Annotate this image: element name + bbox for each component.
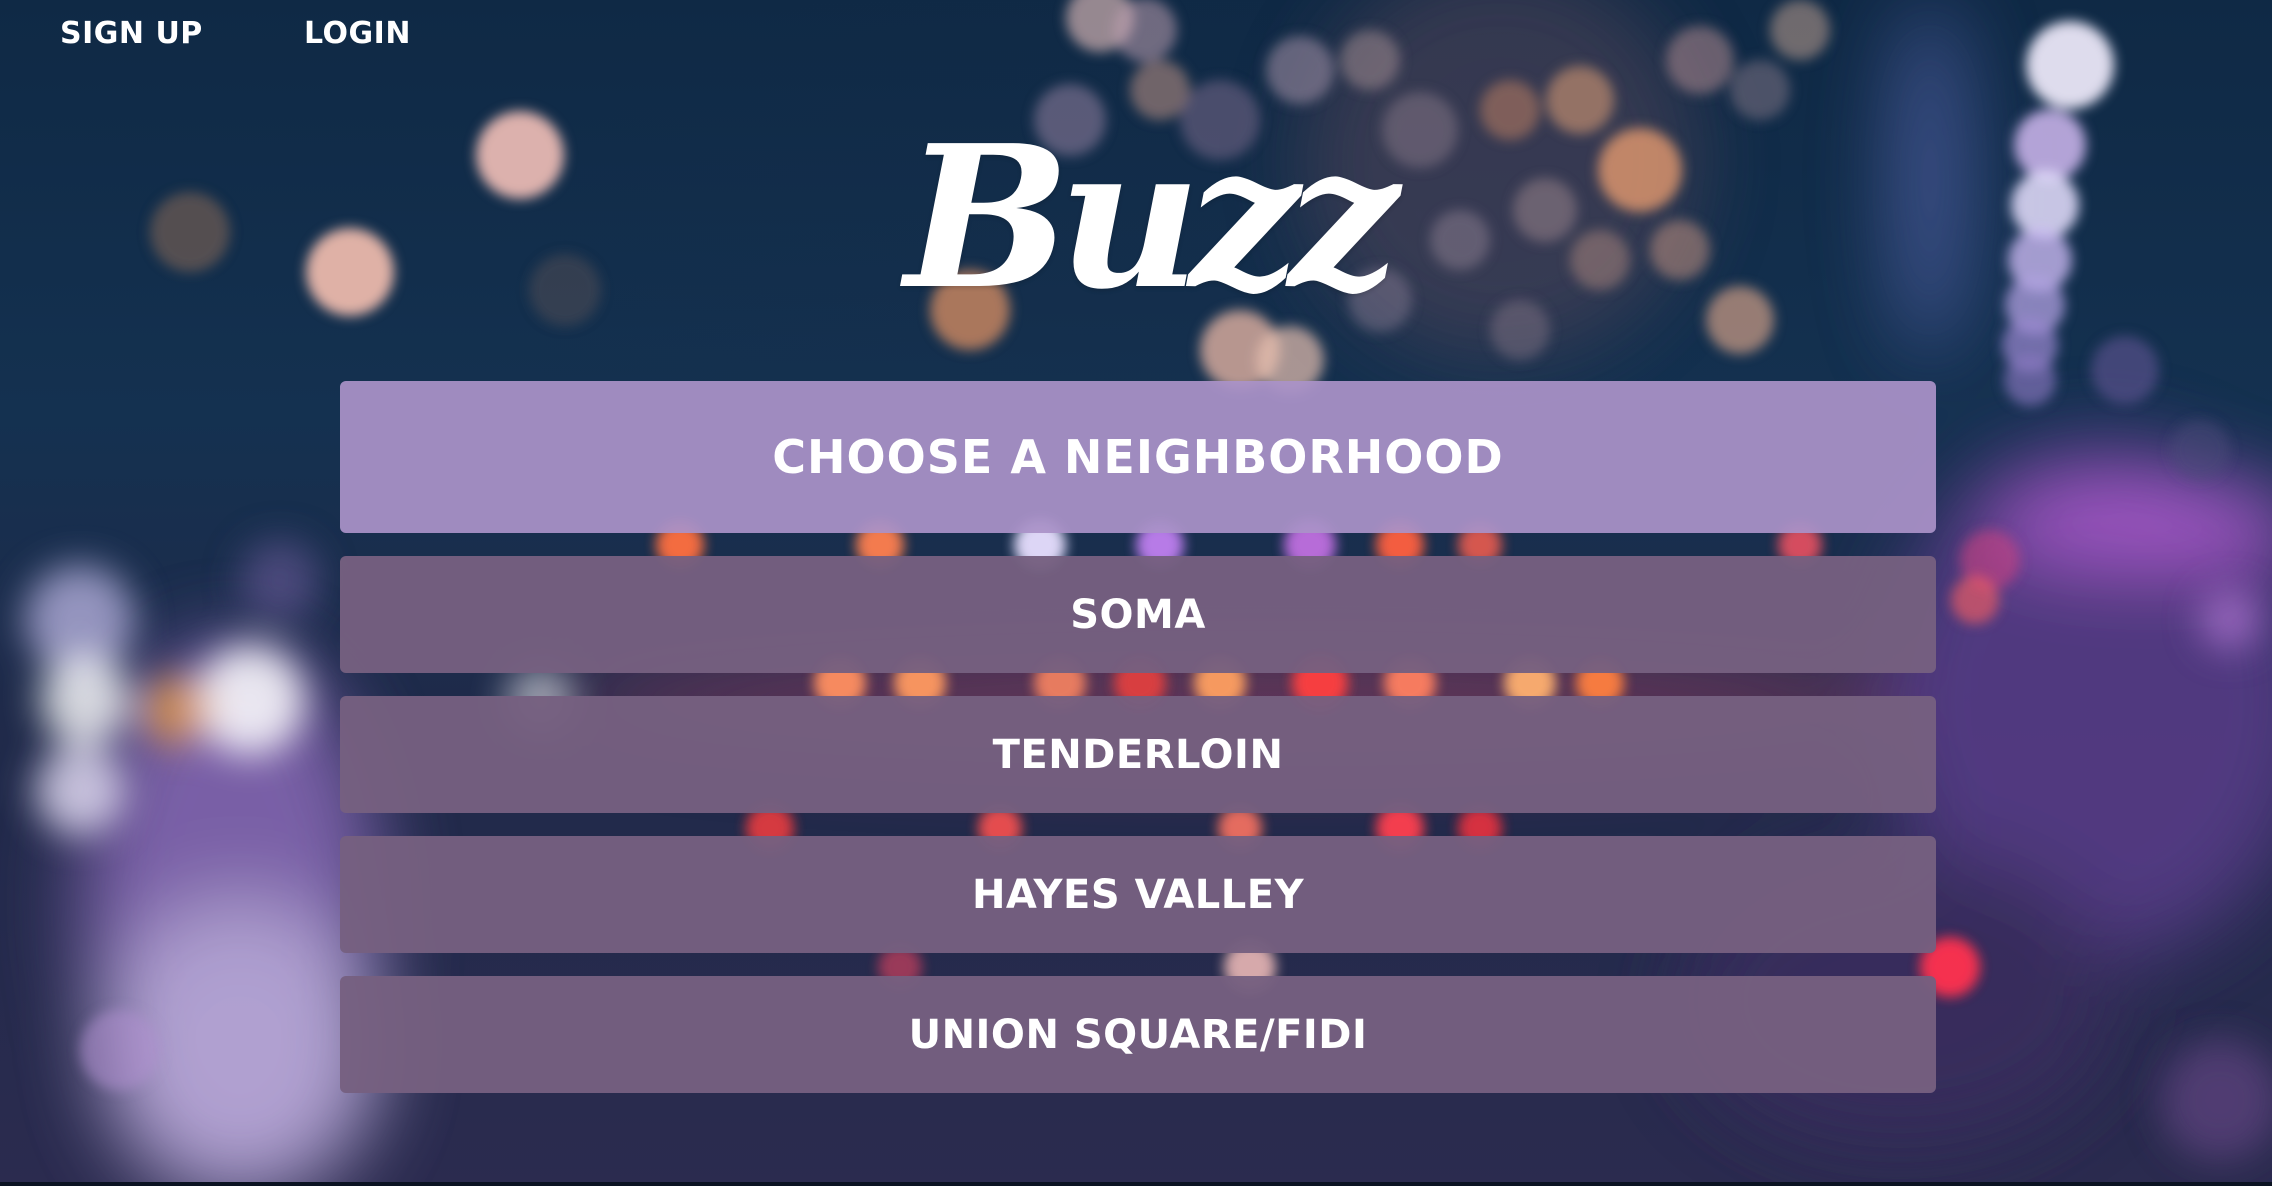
login-link[interactable]: LOGIN: [304, 14, 411, 54]
bottom-edge: [0, 1182, 2272, 1186]
signup-link[interactable]: SIGN UP: [60, 14, 203, 54]
neighborhood-selector: CHOOSE A NEIGHBORHOOD SOMA TENDERLOIN HA…: [340, 381, 1936, 1093]
neighborhood-option-tenderloin[interactable]: TENDERLOIN: [340, 696, 1936, 813]
choose-neighborhood-header: CHOOSE A NEIGHBORHOOD: [340, 381, 1936, 533]
neighborhood-option-hayes-valley[interactable]: HAYES VALLEY: [340, 836, 1936, 953]
buzz-logo: Buzz: [904, 103, 1400, 333]
neighborhood-option-union-square-fidi[interactable]: UNION SQUARE/FIDI: [340, 976, 1936, 1093]
neighborhood-option-soma[interactable]: SOMA: [340, 556, 1936, 673]
